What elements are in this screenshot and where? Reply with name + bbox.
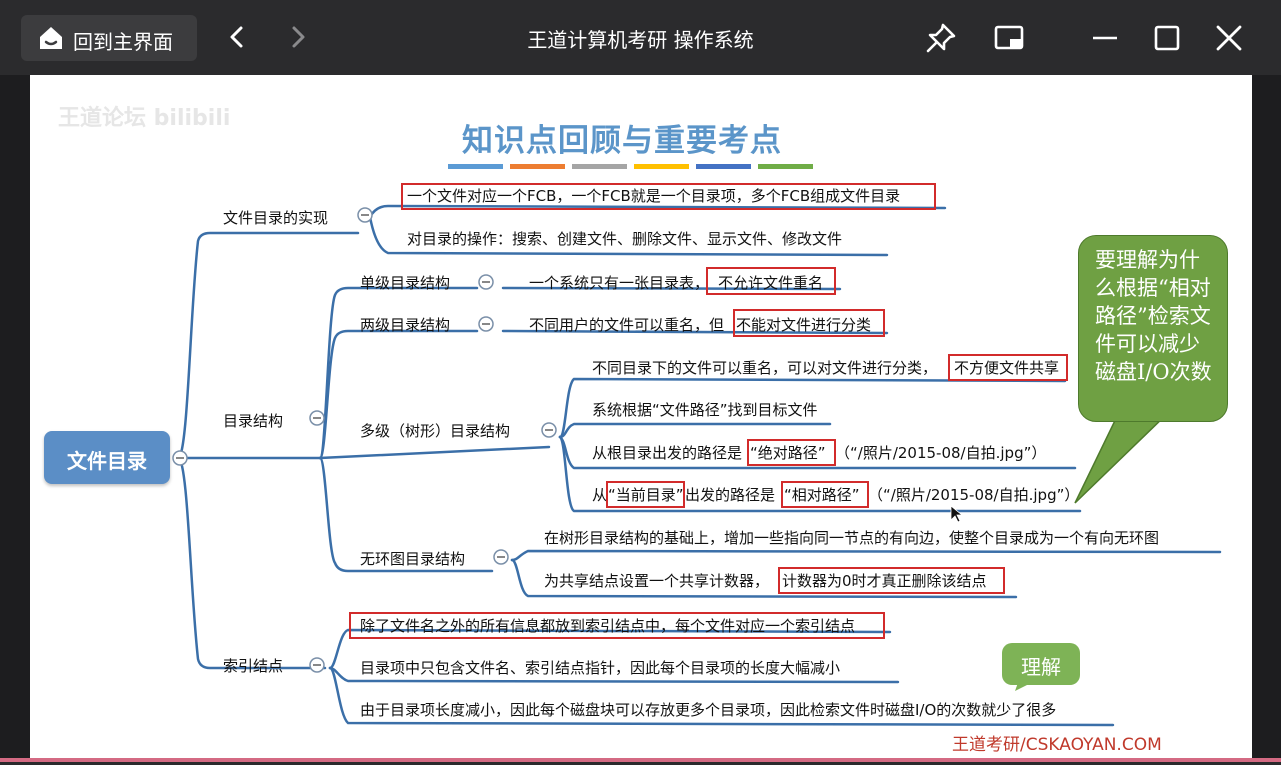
- index-item-3: 由于目录项长度减小，因此每个磁盘块可以存放更多个目录项，因此检索文件时磁盘I/O…: [360, 701, 1057, 719]
- single-level-highlight: 不允许文件重名: [718, 274, 824, 292]
- index-item-1: 除了文件名之外的所有信息都放到索引结点中，每个文件对应一个索引结点: [360, 617, 856, 635]
- home-button-label: 回到主界面: [73, 30, 173, 54]
- acyclic-item-2: 为共享结点设置一个共享计数器，: [544, 572, 770, 590]
- single-level-desc: 一个系统只有一张目录表，: [529, 274, 710, 292]
- multi-level-item-2: 系统根据“文件路径”找到目标文件: [592, 401, 818, 419]
- index-item-2: 目录项中只包含文件名、索引结点指针，因此每个目录项的长度大幅减小: [360, 659, 841, 677]
- two-level-highlight: 不能对文件进行分类: [736, 316, 872, 334]
- home-button[interactable]: 回到主界面: [21, 15, 197, 61]
- multi-level-item-1-highlight: 不方便文件共享: [954, 359, 1060, 377]
- title-underline-segment: [758, 164, 813, 169]
- root-node[interactable]: 文件目录: [44, 431, 170, 484]
- branch-dir-impl: 文件目录的实现: [223, 209, 329, 227]
- watermark: 王道论坛 bilibili: [58, 106, 231, 131]
- title-underline-segment: [696, 164, 751, 169]
- title-underline-segment: [634, 164, 689, 169]
- acyclic-node: 无环图目录结构: [360, 550, 466, 568]
- root-node-label: 文件目录: [67, 449, 147, 473]
- single-level-node: 单级目录结构: [360, 274, 451, 292]
- acyclic-highlight: 计数器为0时才真正删除该结点: [782, 572, 987, 590]
- multi-level-node: 多级（树形）目录结构: [360, 422, 511, 440]
- footer-brand: 王道考研/CSKAOYAN.COM: [952, 735, 1162, 755]
- mouse-cursor-icon: [950, 505, 964, 523]
- forward-icon[interactable]: [283, 22, 313, 52]
- slide-title: 知识点回顾与重要考点: [462, 123, 782, 159]
- current-dir-highlight: “当前目录”: [608, 486, 684, 504]
- multi-level-item-1: 不同目录下的文件可以重名，可以对文件进行分类，: [592, 359, 938, 377]
- multi-level-item-4a: 从: [592, 486, 608, 504]
- relative-path-highlight: “相对路径”: [784, 486, 860, 504]
- title-underline-segment: [448, 164, 503, 169]
- acyclic-item-1: 在树形目录结构的基础上，增加一些指向同一节点的有向边，使整个目录成为一个有向无环…: [544, 529, 1160, 547]
- home-icon: [40, 27, 62, 49]
- multi-level-item-3c: （“/照片/2015-08/自拍.jpg”）: [835, 444, 1047, 462]
- close-icon[interactable]: [1211, 20, 1247, 56]
- callout-text: 要理解为什么根据“相对路径”检索文件可以减少磁盘I/O次数: [1095, 248, 1212, 384]
- picture-in-picture-icon[interactable]: [992, 20, 1028, 56]
- small-callout-text: 理解: [1021, 655, 1061, 679]
- dir-impl-item-2: 对目录的操作：搜索、创建文件、删除文件、显示文件、修改文件: [407, 230, 843, 248]
- multi-level-item-4c: 出发的路径是: [685, 486, 776, 504]
- dir-impl-item-1: 一个文件对应一个FCB，一个FCB就是一个目录项，多个FCB组成文件目录: [407, 187, 901, 205]
- title-underline-segment: [510, 164, 565, 169]
- title-bar: 回到主界面 王道计算机考研 操作系统: [0, 0, 1281, 75]
- pin-icon[interactable]: [923, 20, 959, 56]
- two-level-desc: 不同用户的文件可以重名，但: [529, 316, 725, 334]
- title-underline-segment: [572, 164, 627, 169]
- minimize-icon[interactable]: [1087, 20, 1123, 56]
- back-icon[interactable]: [222, 22, 252, 52]
- branch-index: 索引结点: [223, 657, 284, 675]
- video-frame[interactable]: 王道论坛 bilibili 知识点回顾与重要考点 文件目录 文件目录的实现 一个…: [30, 75, 1252, 758]
- multi-level-item-3a: 从根目录出发的路径是: [592, 444, 743, 462]
- callout-bubble: 要理解为什么根据“相对路径”检索文件可以减少磁盘I/O次数: [1078, 235, 1228, 422]
- branch-dir-struct: 目录结构: [223, 412, 284, 430]
- multi-level-item-4e: （“/照片/2015-08/自拍.jpg”）: [868, 486, 1080, 504]
- absolute-path-highlight: “绝对路径”: [750, 444, 826, 462]
- small-callout: 理解: [1002, 643, 1080, 685]
- maximize-icon[interactable]: [1149, 20, 1185, 56]
- title-underline-segments: [448, 164, 813, 169]
- two-level-node: 两级目录结构: [360, 316, 451, 334]
